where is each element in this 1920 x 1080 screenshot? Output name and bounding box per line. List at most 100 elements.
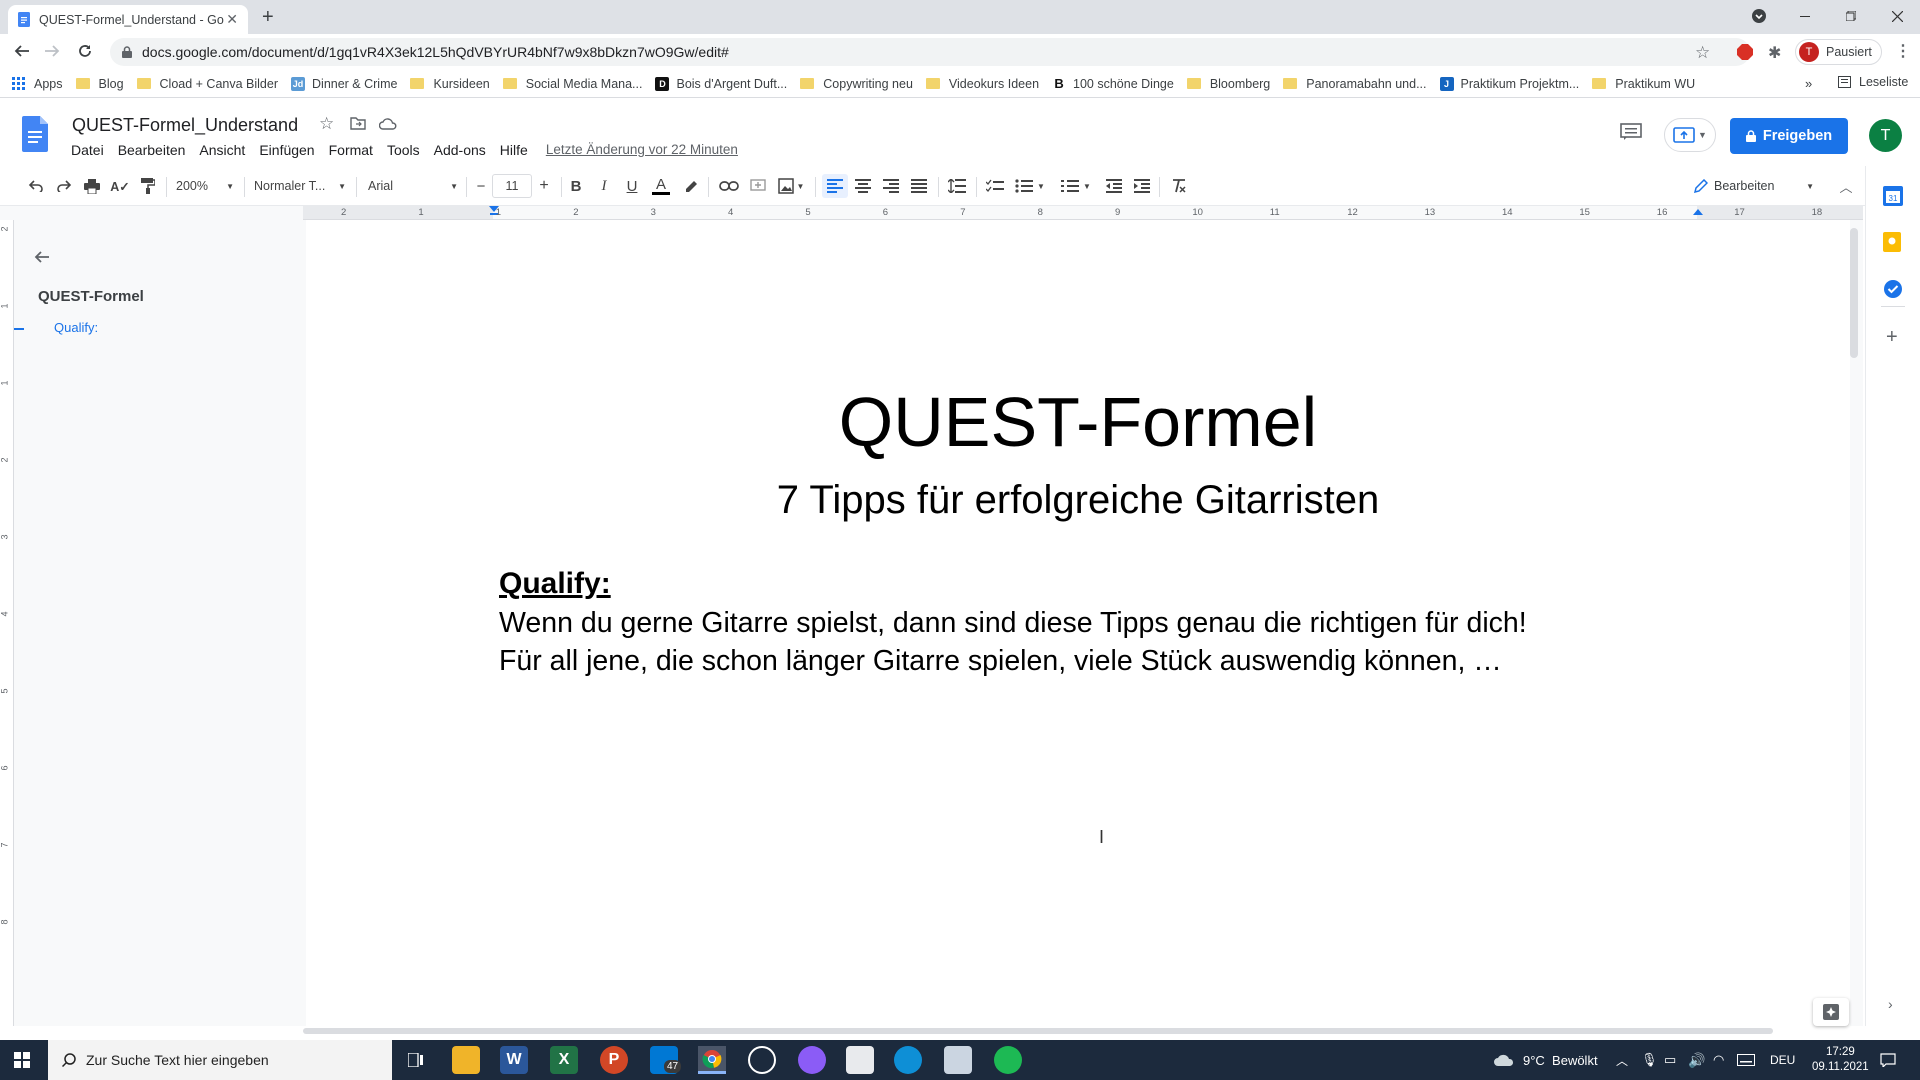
move-folder-icon[interactable] <box>350 117 366 130</box>
bookmark-kursideen[interactable]: Kursideen <box>410 77 490 91</box>
notepad-icon[interactable] <box>944 1046 972 1074</box>
decrease-indent-icon[interactable] <box>1103 174 1125 198</box>
bookmark-apps[interactable]: Apps <box>12 76 63 91</box>
collapse-menus-icon[interactable]: ︿ <box>1836 174 1856 198</box>
redo-icon[interactable] <box>54 174 74 198</box>
increase-indent-icon[interactable] <box>1131 174 1153 198</box>
spellcheck-icon[interactable]: A✓ <box>110 174 130 198</box>
cloud-saved-icon[interactable] <box>379 117 397 130</box>
bookmark-bois-dargent[interactable]: D Bois d'Argent Duft... <box>655 76 787 91</box>
reload-icon[interactable] <box>77 43 93 59</box>
notifications-icon[interactable] <box>1880 1040 1896 1080</box>
bookmark-praktikum-wu[interactable]: Praktikum WU <box>1592 77 1695 91</box>
extensions-puzzle-icon[interactable]: ✱ <box>1768 43 1781 63</box>
volume-icon[interactable]: 🔊 <box>1688 1040 1705 1080</box>
browser-tab[interactable]: QUEST-Formel_Understand - Go ✕ <box>8 5 248 34</box>
file-explorer-icon[interactable] <box>452 1046 480 1074</box>
bold-icon[interactable]: B <box>566 174 586 198</box>
bookmark-star-icon[interactable]: ☆ <box>1695 43 1710 63</box>
tab-search-icon[interactable] <box>1751 8 1767 24</box>
image-app-icon[interactable] <box>846 1046 874 1074</box>
powerpoint-icon[interactable]: P <box>600 1046 628 1074</box>
line-spacing-icon[interactable] <box>944 174 970 198</box>
restore-button[interactable] <box>1828 0 1874 32</box>
back-arrow-icon[interactable] <box>14 43 30 59</box>
star-icon[interactable]: ☆ <box>319 114 334 134</box>
explore-button[interactable] <box>1813 998 1849 1026</box>
minimize-button[interactable] <box>1782 0 1828 32</box>
decrease-font-size-button[interactable]: − <box>472 174 490 198</box>
word-icon[interactable]: W <box>500 1046 528 1074</box>
input-language[interactable]: DEU <box>1770 1040 1795 1080</box>
editing-mode-select[interactable]: Bearbeiten ▼ <box>1694 174 1814 198</box>
undo-icon[interactable] <box>26 174 46 198</box>
checklist-icon[interactable] <box>982 174 1008 198</box>
bookmark-blog[interactable]: Blog <box>75 77 124 91</box>
document-title[interactable]: QUEST-Formel_Understand <box>72 115 298 136</box>
insert-image-icon[interactable]: ▼ <box>776 174 806 198</box>
excel-icon[interactable]: X <box>550 1046 578 1074</box>
menu-einfuegen[interactable]: Einfügen <box>259 142 314 158</box>
obs-icon[interactable] <box>748 1046 776 1074</box>
edge-icon[interactable] <box>894 1046 922 1074</box>
menu-format[interactable]: Format <box>329 142 373 158</box>
bookmark-copywriting[interactable]: Copywriting neu <box>800 77 913 91</box>
mail-icon[interactable]: 47 <box>650 1046 682 1074</box>
close-tab-icon[interactable]: ✕ <box>226 11 238 28</box>
menu-tools[interactable]: Tools <box>387 142 420 158</box>
outline-title[interactable]: QUEST-Formel <box>38 288 144 305</box>
meet-now-icon[interactable]: ▭ <box>1664 1040 1676 1080</box>
menu-addons[interactable]: Add-ons <box>434 142 486 158</box>
outline-item-qualify[interactable]: Qualify: <box>54 320 98 335</box>
align-center-icon[interactable] <box>850 174 876 198</box>
document-page[interactable]: QUEST-Formel 7 Tipps für erfolgreiche Gi… <box>306 220 1850 1026</box>
tasks-icon[interactable] <box>1883 279 1903 299</box>
bookmark-panoramabahn[interactable]: Panoramabahn und... <box>1283 77 1427 91</box>
forward-arrow-icon[interactable] <box>44 43 60 59</box>
bulleted-list-icon[interactable]: ▼ <box>1012 174 1048 198</box>
new-tab-button[interactable]: + <box>262 6 274 29</box>
add-comment-icon[interactable] <box>746 174 770 198</box>
reading-list-button[interactable]: Leseliste <box>1838 75 1908 89</box>
bookmark-videokurs[interactable]: Videokurs Ideen <box>925 77 1039 91</box>
spotify-icon[interactable] <box>994 1046 1022 1074</box>
clear-formatting-icon[interactable] <box>1166 174 1192 198</box>
vertical-scrollbar[interactable] <box>1850 228 1858 358</box>
keyboard-icon[interactable] <box>1737 1040 1755 1080</box>
menu-bearbeiten[interactable]: Bearbeiten <box>118 142 186 158</box>
omnibox[interactable]: docs.google.com/document/d/1gq1vR4X3ek12… <box>110 38 1750 66</box>
close-window-button[interactable] <box>1874 0 1920 32</box>
zoom-select[interactable]: 200% ▼ <box>176 174 234 198</box>
menu-hilfe[interactable]: Hilfe <box>500 142 528 158</box>
font-size-input[interactable]: 11 <box>492 174 532 198</box>
bookmark-100-dinge[interactable]: B 100 schöne Dinge <box>1052 76 1174 91</box>
bookmark-dinner-crime[interactable]: Jd Dinner & Crime <box>291 76 397 91</box>
chrome-menu-icon[interactable]: ⋮ <box>1895 41 1911 61</box>
task-view-icon[interactable] <box>402 1046 430 1074</box>
bookmark-praktikum-projekt[interactable]: J Praktikum Projektm... <box>1439 76 1579 91</box>
comments-icon[interactable] <box>1620 123 1642 141</box>
docs-logo-icon[interactable] <box>22 116 48 152</box>
text-color-icon[interactable]: A <box>650 174 672 198</box>
windows-start-icon[interactable] <box>14 1052 30 1068</box>
print-icon[interactable] <box>82 174 102 198</box>
calendar-icon[interactable]: 31 <box>1883 186 1903 206</box>
present-meet-button[interactable]: ▼ <box>1664 118 1716 152</box>
tray-overflow-icon[interactable]: ︿ <box>1616 1040 1628 1080</box>
numbered-list-icon[interactable]: ▼ <box>1058 174 1094 198</box>
justify-icon[interactable] <box>906 174 932 198</box>
profile-button[interactable]: T Pausiert <box>1795 39 1882 65</box>
user-avatar[interactable]: T <box>1869 119 1902 152</box>
weather-widget[interactable]: 9°C Bewölkt <box>1493 1040 1598 1080</box>
microphone-icon[interactable]: 🎙 <box>1641 1040 1658 1080</box>
clock[interactable]: 17:29 09.11.2021 <box>1812 1040 1869 1080</box>
adblock-extension-icon[interactable] <box>1737 44 1753 60</box>
bookmark-cload-canva[interactable]: Cload + Canva Bilder <box>136 77 278 91</box>
expand-panel-icon[interactable]: › <box>1888 996 1893 1012</box>
horizontal-scrollbar[interactable] <box>303 1028 1773 1034</box>
taskbar-search[interactable]: Zur Suche Text hier eingeben <box>48 1040 392 1080</box>
menu-ansicht[interactable]: Ansicht <box>199 142 245 158</box>
font-select[interactable]: Arial ▼ <box>368 174 458 198</box>
chrome-taskbar-item[interactable] <box>698 1046 726 1074</box>
more-bookmarks-icon[interactable]: » <box>1805 76 1812 91</box>
